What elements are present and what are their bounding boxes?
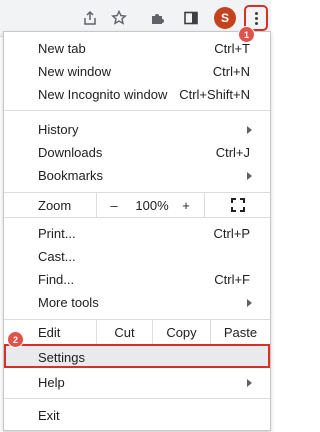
menu-item-label: New Incognito window [38,87,168,102]
edit-row: Edit Cut Copy Paste [4,319,270,345]
menu-item-bookmarks[interactable]: Bookmarks [4,164,270,187]
fullscreen-icon[interactable] [226,193,250,217]
menu-item-label: New tab [38,41,86,56]
menu-item-cast[interactable]: Cast... [4,245,270,268]
step-badge-1: 1 [238,26,255,43]
menu-item-history[interactable]: History [4,118,270,141]
menu-item-shortcut: Ctrl+T [214,41,250,56]
submenu-arrow-icon [247,298,252,307]
menu-item-settings[interactable]: Settings [4,344,270,368]
menu-item-downloads[interactable]: Downloads Ctrl+J [4,141,270,164]
menu-item-exit[interactable]: Exit [4,404,270,427]
menu-item-label: Bookmarks [38,168,104,183]
menu-item-label: Help [38,375,65,390]
menu-item-label: History [38,122,79,137]
menu-divider [4,398,270,399]
menu-item-shortcut: Ctrl+F [214,272,250,287]
menu-item-label: Print... [38,226,76,241]
side-panel-icon[interactable] [180,7,202,29]
menu-item-help[interactable]: Help [4,371,270,394]
divider [204,193,205,217]
menu-item-shortcut: Ctrl+Shift+N [179,87,250,102]
menu-item-label: Exit [38,408,60,423]
divider [96,193,97,217]
share-icon[interactable] [79,7,101,29]
copy-button[interactable]: Copy [153,320,210,344]
menu-item-label: Settings [38,350,85,365]
submenu-arrow-icon [247,171,252,180]
zoom-out-button[interactable]: – [104,193,124,217]
menu-item-label: More tools [38,295,99,310]
bookmark-star-icon[interactable] [108,7,130,29]
submenu-arrow-icon [247,125,252,134]
menu-item-shortcut: Ctrl+P [213,226,250,241]
edit-label: Edit [38,324,61,340]
extensions-icon[interactable] [147,7,169,29]
paste-button[interactable]: Paste [211,320,270,344]
menu-item-new-window[interactable]: New window Ctrl+N [4,60,270,83]
zoom-in-button[interactable]: + [176,193,196,217]
submenu-arrow-icon [247,378,252,387]
cut-button[interactable]: Cut [97,320,152,344]
menu-divider [4,110,270,111]
menu-item-new-incognito-window[interactable]: New Incognito window Ctrl+Shift+N [4,83,270,106]
menu-item-label: Downloads [38,145,103,160]
menu-item-shortcut: Ctrl+N [212,64,250,79]
menu-item-more-tools[interactable]: More tools [4,291,270,314]
profile-avatar[interactable]: S [214,7,236,29]
menu-item-label: New window [38,64,111,79]
menu-item-shortcut: Ctrl+J [215,145,250,160]
menu-item-find[interactable]: Find... Ctrl+F [4,268,270,291]
step-badge-2: 2 [7,331,24,348]
menu-item-print[interactable]: Print... Ctrl+P [4,222,270,245]
menu-item-label: Cast... [38,249,76,264]
zoom-row: Zoom – 100% + [4,192,270,218]
chrome-main-menu: New tab Ctrl+T New window Ctrl+N New Inc… [3,31,271,431]
menu-item-new-tab[interactable]: New tab Ctrl+T [4,37,270,60]
zoom-label: Zoom [38,197,72,213]
zoom-level: 100% [135,197,169,213]
menu-item-label: Find... [38,272,75,287]
